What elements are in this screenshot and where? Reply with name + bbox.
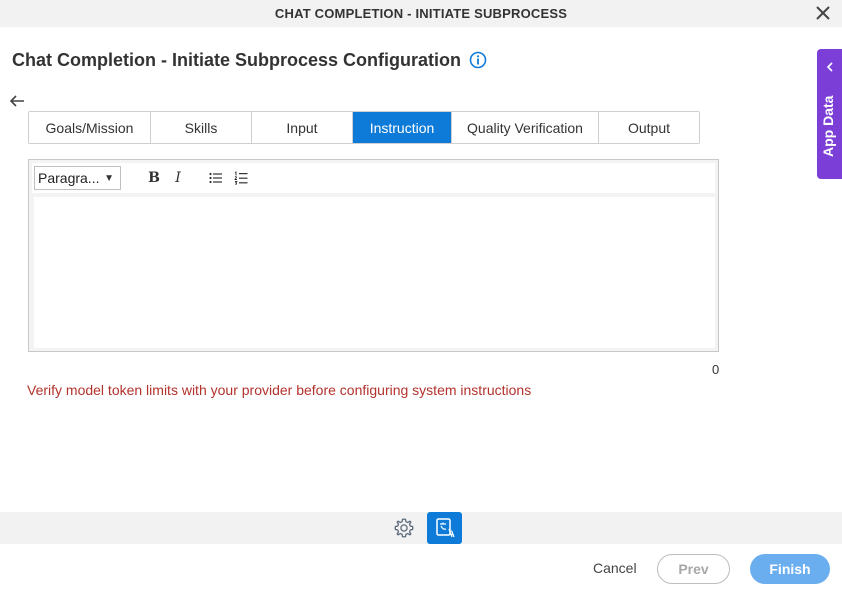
caret-down-icon: ▼ (104, 172, 114, 184)
translate-icon (435, 518, 455, 538)
numbered-list-button[interactable] (230, 167, 252, 189)
italic-button[interactable]: I (167, 167, 189, 189)
app-data-label: App Data (820, 95, 836, 157)
title-bar: CHAT COMPLETION - INITIATE SUBPROCESS (0, 0, 842, 27)
translate-button[interactable] (427, 512, 462, 544)
page-title: Chat Completion - Initiate Subprocess Co… (12, 49, 462, 70)
gear-icon[interactable] (393, 517, 415, 539)
tab-bar: Goals/Mission Skills Input Instruction Q… (28, 111, 700, 144)
info-icon[interactable] (469, 51, 487, 69)
bottom-toolbar (0, 512, 842, 544)
editor-text-area[interactable] (34, 197, 715, 348)
page-title-row: Chat Completion - Initiate Subprocess Co… (12, 48, 487, 72)
paragraph-format-select[interactable]: Paragra... ▼ (34, 166, 121, 190)
tab-quality-verification[interactable]: Quality Verification (452, 112, 599, 143)
tab-input[interactable]: Input (252, 112, 353, 143)
cancel-button[interactable]: Cancel (593, 560, 637, 576)
chevron-left-icon (826, 62, 833, 72)
tab-instruction[interactable]: Instruction (353, 112, 452, 143)
numbered-list-icon (234, 171, 248, 185)
finish-button[interactable]: Finish (750, 554, 830, 584)
tab-output[interactable]: Output (599, 112, 699, 143)
close-icon[interactable] (814, 4, 832, 22)
token-limit-warning: Verify model token limits with your prov… (27, 382, 532, 398)
bold-button[interactable]: B (143, 167, 165, 189)
instruction-editor: Paragra... ▼ B I (28, 159, 719, 352)
prev-button[interactable]: Prev (657, 554, 730, 584)
app-data-panel-toggle[interactable]: App Data (817, 49, 842, 179)
tab-skills[interactable]: Skills (151, 112, 252, 143)
bulleted-list-icon (209, 172, 222, 184)
window-title: CHAT COMPLETION - INITIATE SUBPROCESS (274, 6, 568, 21)
back-arrow-icon[interactable] (8, 93, 26, 109)
tab-goals-mission[interactable]: Goals/Mission (29, 112, 151, 143)
paragraph-format-value: Paragra... (38, 170, 100, 186)
editor-toolbar: Paragra... ▼ B I (32, 163, 715, 193)
bulleted-list-button[interactable] (205, 167, 227, 189)
character-count: 0 (712, 362, 720, 377)
